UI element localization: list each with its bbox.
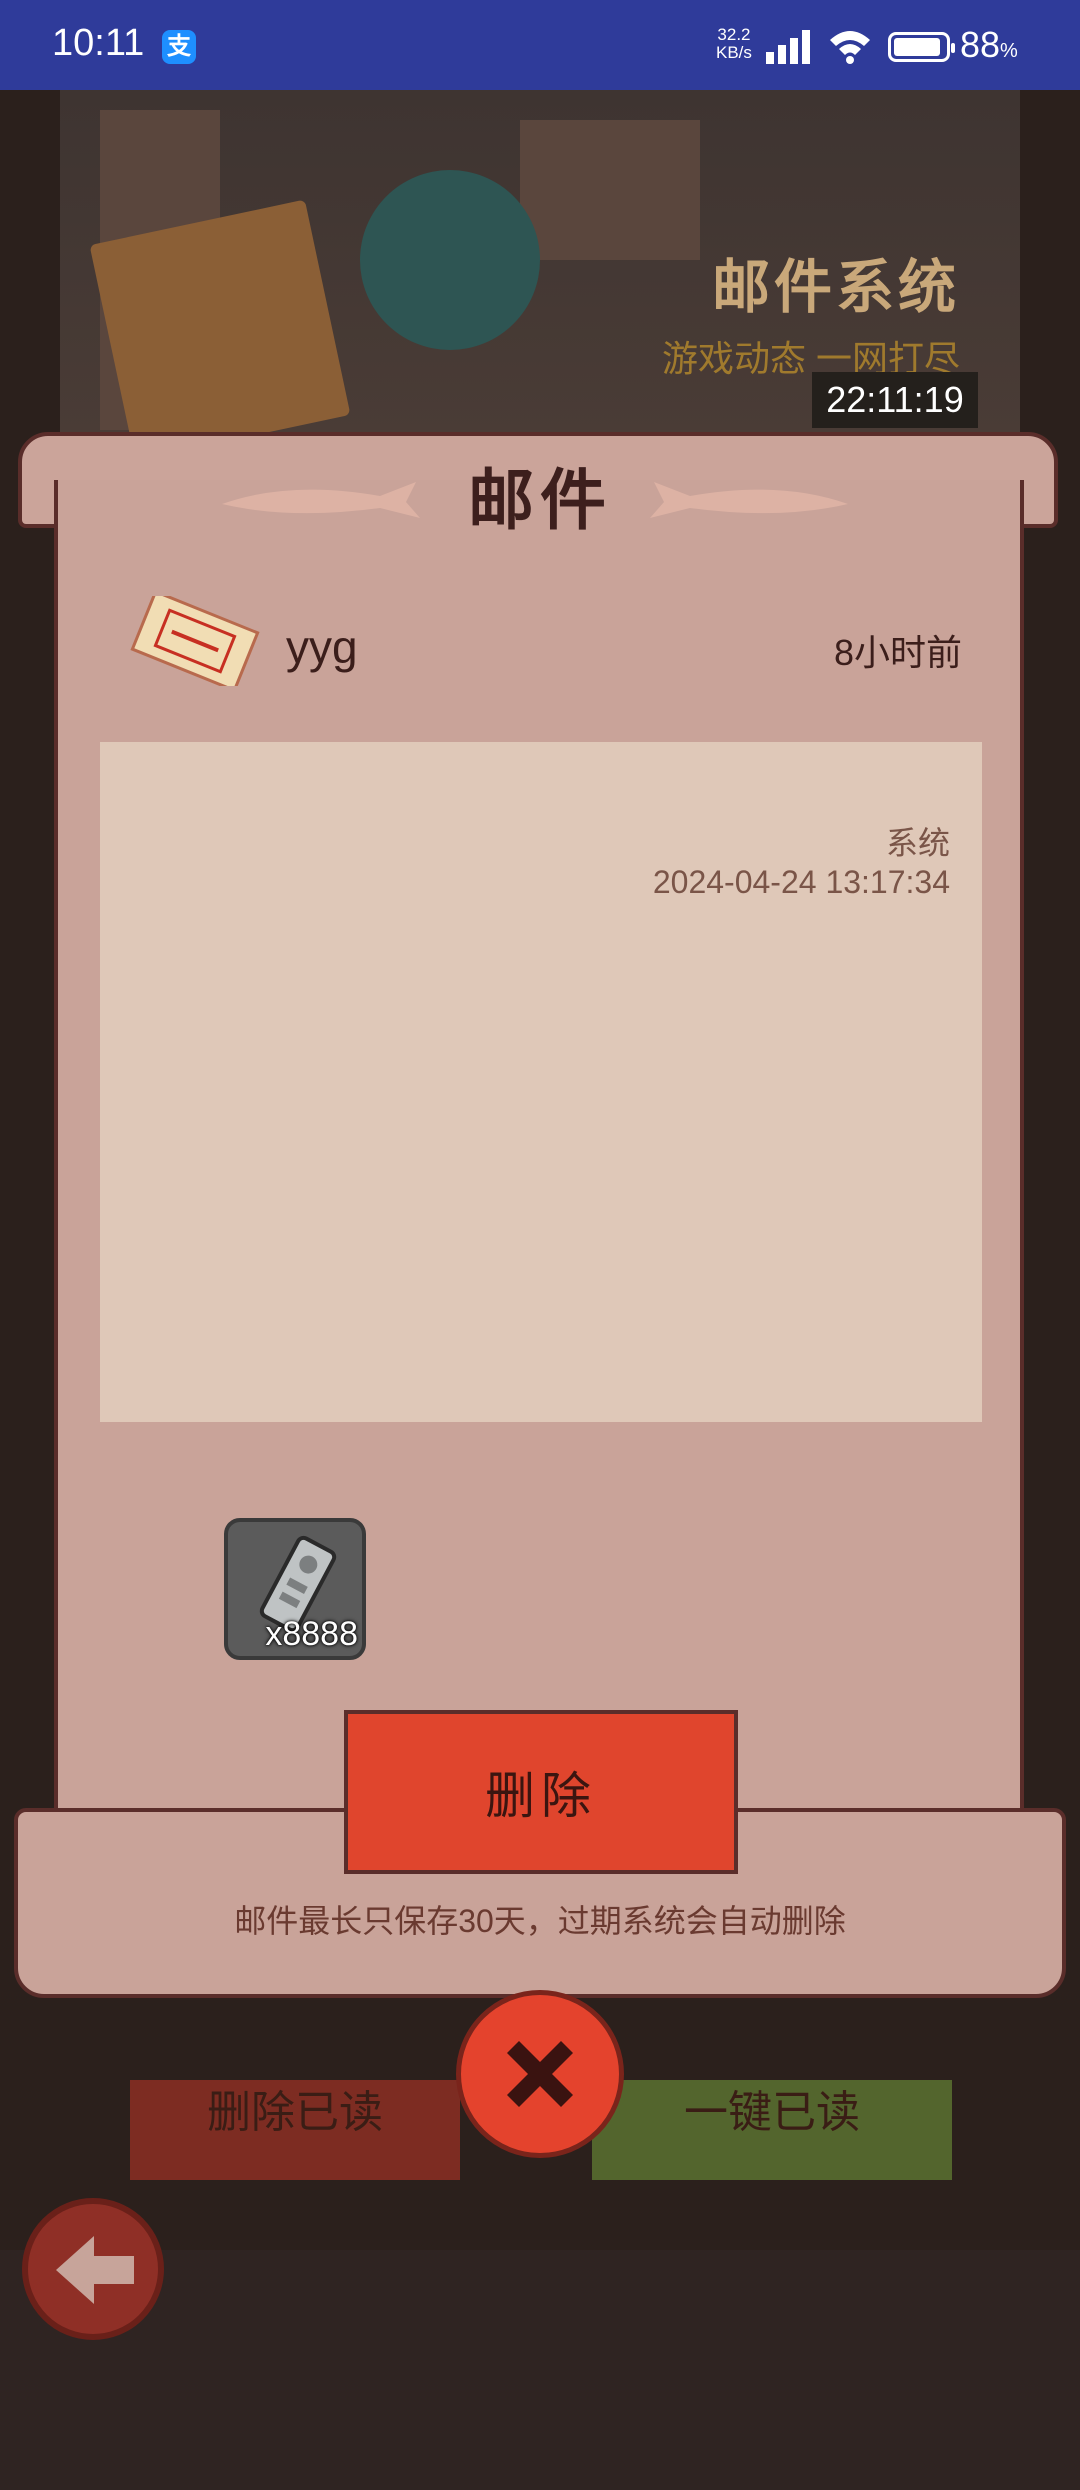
shelf — [520, 120, 700, 260]
alipay-icon: 支 — [162, 30, 196, 64]
courier-parcel-illustration — [89, 199, 351, 461]
mail-content-box[interactable]: 系统 2024-04-24 13:17:34 — [100, 742, 982, 1422]
floor — [0, 2250, 1080, 2490]
close-button[interactable] — [456, 1990, 624, 2158]
close-icon — [507, 2041, 573, 2107]
panel-title: 邮件 — [468, 463, 612, 537]
back-button[interactable] — [22, 2198, 164, 2340]
mail-content-from: 系统 — [885, 825, 950, 861]
wifi-icon — [830, 31, 870, 64]
signal-icon — [766, 30, 810, 64]
back-arrow-icon — [56, 2236, 134, 2304]
mail-sender: yyg — [286, 621, 358, 673]
envelope-icon — [130, 596, 260, 686]
game-clock: 22:11:19 — [812, 372, 978, 428]
status-time: 10:11 — [52, 22, 145, 64]
attachment-count: x8888 — [265, 1615, 358, 1653]
mail-content-date: 2024-04-24 13:17:34 — [652, 864, 950, 900]
fish-ornament-icon — [650, 482, 848, 518]
attachment-item[interactable]: x8888 — [224, 1518, 366, 1660]
battery-icon — [888, 32, 955, 62]
status-bar: 10:11 支 32.2 KB/s 88% — [0, 0, 1080, 90]
panel-title-row: 邮件 — [0, 450, 1080, 550]
network-speed: 32.2 KB/s — [716, 25, 752, 62]
mail-received-time: 8小时前 — [833, 632, 962, 673]
banner-title: 邮件系统 — [711, 255, 960, 320]
courier-character-illustration — [360, 170, 540, 350]
mark-all-read-button: 一键已读 — [592, 2080, 952, 2180]
mail-retention-notice: 邮件最长只保存30天，过期系统会自动删除 — [234, 1903, 846, 1939]
delete-button[interactable]: 删除 — [344, 1710, 738, 1874]
delete-read-button: 删除已读 — [130, 2080, 460, 2180]
battery-percent: 88% — [960, 24, 1018, 65]
